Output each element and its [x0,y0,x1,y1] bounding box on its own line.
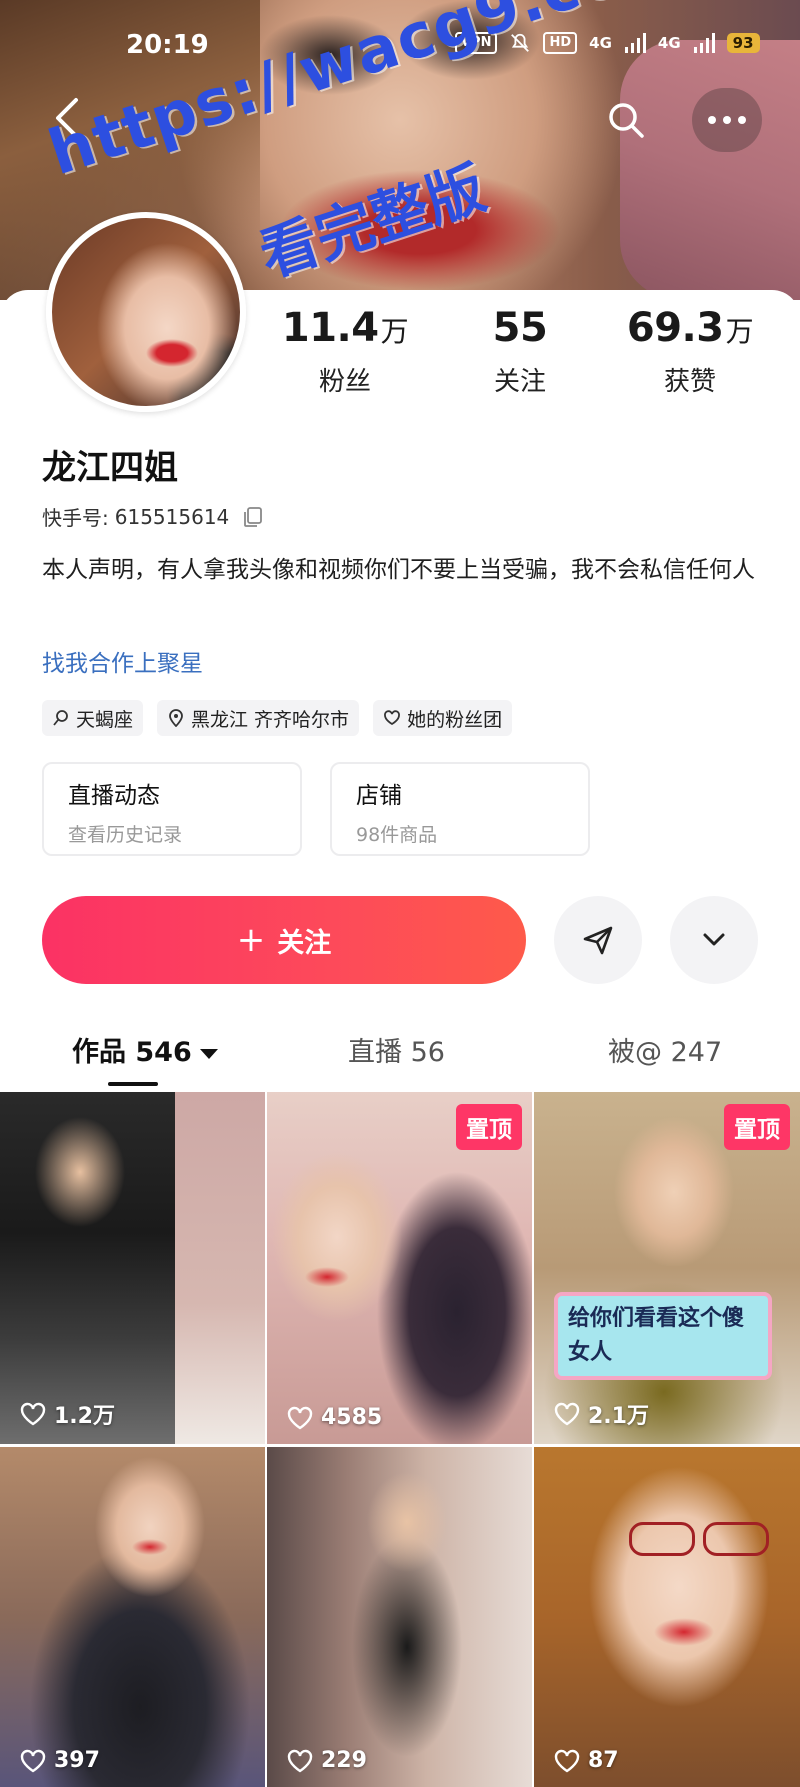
tag-location-label: 黑龙江 齐齐哈尔市 [191,708,350,731]
video-tile[interactable]: 397 [0,1447,265,1787]
followers-count: 11.4 [281,305,379,351]
video-tile[interactable]: 置顶 给你们看看这个傻女人 2.1万 [534,1092,800,1444]
video-tile[interactable]: 229 [267,1447,532,1787]
tab-live[interactable]: 直播 56 [348,1030,445,1069]
video-grid: 置顶 1.2万 置顶 4585 置顶 给你们看看这个傻女人 2.1万 397 2… [0,1092,800,1787]
hd-icon: HD [543,32,578,54]
caret-down-icon [199,1048,218,1059]
banner-hand [620,40,800,300]
heart-icon [287,1749,313,1772]
heart-icon [20,1749,46,1772]
heart-icon [554,1402,580,1426]
tab-works[interactable]: 作品 546 [72,1030,218,1069]
content-tabs: 作品 546 直播 56 被@ 247 [0,1020,800,1086]
likes-value: 229 [321,1748,367,1773]
tab-works-label: 作品 546 [72,1037,192,1068]
shop-sub: 98件商品 [356,824,438,846]
video-tile[interactable]: 置顶 4585 [267,1092,532,1444]
profile-name: 龙江四姐 [42,448,178,488]
heart-icon [287,1406,313,1429]
profile-stats: 11.4万 粉丝 55 关注 69.3万 获赞 [260,305,780,415]
more-dot-icon [738,116,746,124]
heart-outline-icon [384,710,400,726]
kuaishou-id-label: 快手号: [42,506,109,530]
live-history-title: 直播动态 [68,783,160,809]
tag-location: 黑龙江 齐齐哈尔市 [157,700,360,736]
likes-count: 397 [20,1748,100,1773]
signal-icon: 4G [589,34,612,52]
following-count: 55 [492,305,548,351]
kuaishou-id: 615515614 [114,504,230,529]
signal-icon-2: 4G [657,34,681,52]
video-caption: 给你们看看这个傻女人 [554,1292,772,1380]
following-label: 关注 [493,367,546,397]
following-stat[interactable]: 55 关注 [435,305,605,398]
more-button[interactable] [692,88,762,152]
likes-count: 4585 [287,1405,382,1430]
likes-value: 4585 [321,1405,383,1430]
copy-icon[interactable] [241,506,263,528]
plus-icon: + [236,920,266,960]
shop-card[interactable]: 店铺 98件商品 [330,762,590,856]
likes-value: 87 [588,1748,619,1773]
pinned-badge: 置顶 [456,1104,522,1150]
likes-count: 87 [554,1748,619,1773]
expand-button[interactable] [670,896,758,984]
heart-icon [20,1402,46,1426]
zodiac-icon [53,710,68,726]
chevron-down-icon [703,933,725,946]
cooperation-link[interactable]: 找我合作上聚星 [42,644,203,678]
likes-count: 1.2万 [20,1398,115,1430]
profile-tags: 天蝎座 黑龙江 齐齐哈尔市 她的粉丝团 [42,700,513,736]
likes-stat[interactable]: 69.3万 获赞 [605,305,775,398]
likes-count: 69.3 [626,305,724,351]
glasses-graphic [629,1522,779,1556]
likes-count: 229 [287,1748,367,1773]
video-tile[interactable]: 87 [534,1447,800,1787]
likes-value: 2.1万 [588,1404,649,1429]
location-icon [169,709,183,727]
likes-label: 获赞 [663,367,716,397]
search-icon[interactable] [606,100,646,140]
likes-count: 2.1万 [554,1398,649,1430]
likes-value: 1.2万 [54,1404,115,1429]
profile-entries: 直播动态 查看历史记录 店铺 98件商品 [42,762,590,856]
tab-live-label: 直播 56 [348,1037,445,1068]
tab-mentions[interactable]: 被@ 247 [608,1030,722,1069]
follow-button[interactable]: + 关注 [42,896,526,984]
avatar[interactable] [46,212,246,412]
follow-button-label: 关注 [277,927,332,959]
more-dot-icon [723,116,731,124]
live-history-sub: 查看历史记录 [68,824,183,846]
profile-bio: 本人声明，有人拿我头像和视频你们不要上当受骗，我不会私信任何人 [42,557,755,583]
pinned-badge: 置顶 [189,1104,255,1150]
tab-indicator [108,1082,158,1086]
signal-bars-icon-2 [693,33,715,53]
followers-stat[interactable]: 11.4万 粉丝 [260,305,430,398]
more-dot-icon [708,116,716,124]
heart-icon [554,1749,580,1772]
share-button[interactable] [554,896,642,984]
followers-label: 粉丝 [318,367,371,397]
shop-title: 店铺 [356,783,402,809]
tab-mentions-label: 被@ 247 [608,1037,723,1068]
video-tile[interactable]: 置顶 1.2万 [0,1092,265,1444]
tag-zodiac-label: 天蝎座 [76,708,134,731]
tag-zodiac: 天蝎座 [42,700,144,736]
send-icon [583,926,613,955]
followers-unit: 万 [380,315,409,348]
live-history-card[interactable]: 直播动态 查看历史记录 [42,762,302,856]
battery-icon: 93 [726,33,760,53]
tag-fan-club-label: 她的粉丝团 [407,708,503,731]
signal-bars-icon [624,33,646,53]
pinned-badge: 置顶 [724,1104,790,1150]
likes-value: 397 [54,1748,100,1773]
kuaishou-id-row: 快手号: 615515614 [42,502,263,531]
likes-unit: 万 [725,315,754,348]
status-time: 20:19 [126,30,209,60]
tag-fan-club[interactable]: 她的粉丝团 [373,700,513,736]
